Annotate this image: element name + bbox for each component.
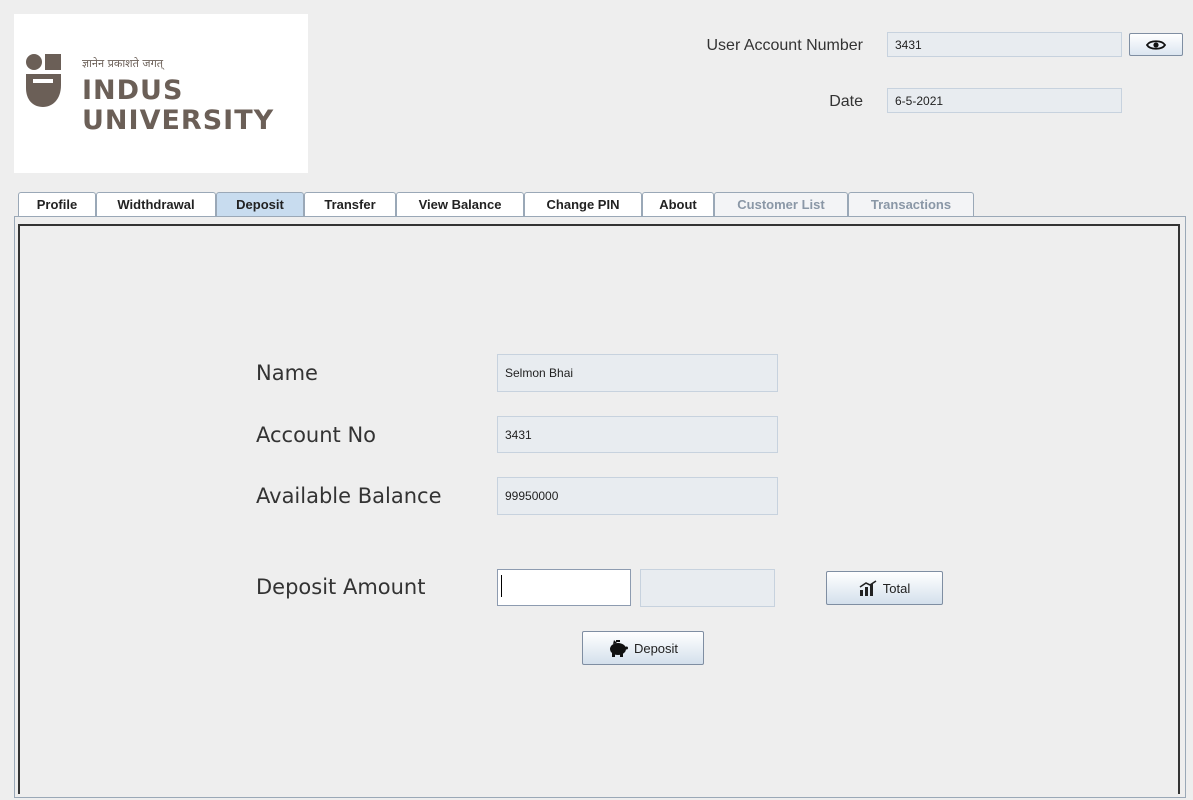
tab-transactions: Transactions: [848, 192, 974, 216]
tab-withdrawal[interactable]: Widthdrawal: [96, 192, 216, 216]
university-logo-icon: [26, 54, 61, 107]
text-caret: [501, 575, 502, 597]
piggy-bank-icon: [609, 640, 628, 657]
total-button[interactable]: Total: [826, 571, 943, 605]
tab-about[interactable]: About: [642, 192, 714, 216]
tab-change-pin[interactable]: Change PIN: [524, 192, 642, 216]
logo-wordmark-indus: INDUS: [82, 75, 184, 106]
available-balance-field: 99950000: [497, 477, 778, 515]
deposit-amount-label: Deposit Amount: [256, 575, 426, 599]
name-field: Selmon Bhai: [497, 354, 778, 392]
reveal-account-button[interactable]: [1129, 33, 1183, 56]
chart-icon: [859, 580, 877, 596]
date-field: 6-5-2021: [887, 88, 1122, 113]
account-number-field: 3431: [887, 32, 1122, 57]
total-button-label: Total: [882, 580, 911, 596]
eye-icon: [1146, 39, 1166, 50]
total-amount-field: [640, 569, 775, 607]
deposit-button-label: Deposit: [633, 640, 679, 656]
available-balance-label: Available Balance: [256, 484, 442, 508]
account-number-label: User Account Number: [706, 37, 863, 54]
account-no-label: Account No: [256, 423, 377, 447]
tab-customer-list: Customer List: [714, 192, 848, 216]
logo-wordmark-university: UNIVERSITY: [82, 105, 275, 136]
date-label: Date: [829, 93, 863, 110]
tab-profile[interactable]: Profile: [18, 192, 96, 216]
tab-transfer[interactable]: Transfer: [304, 192, 396, 216]
tab-strip: Profile Widthdrawal Deposit Transfer Vie…: [14, 192, 1186, 216]
name-label: Name: [256, 361, 318, 385]
deposit-amount-input[interactable]: [497, 569, 631, 606]
tab-view-balance[interactable]: View Balance: [396, 192, 524, 216]
tab-deposit[interactable]: Deposit: [216, 192, 304, 216]
deposit-button[interactable]: Deposit: [582, 631, 704, 665]
account-no-field: 3431: [497, 416, 778, 453]
logo-tagline: ज्ञानेन प्रकाशते जगत्: [82, 57, 164, 70]
